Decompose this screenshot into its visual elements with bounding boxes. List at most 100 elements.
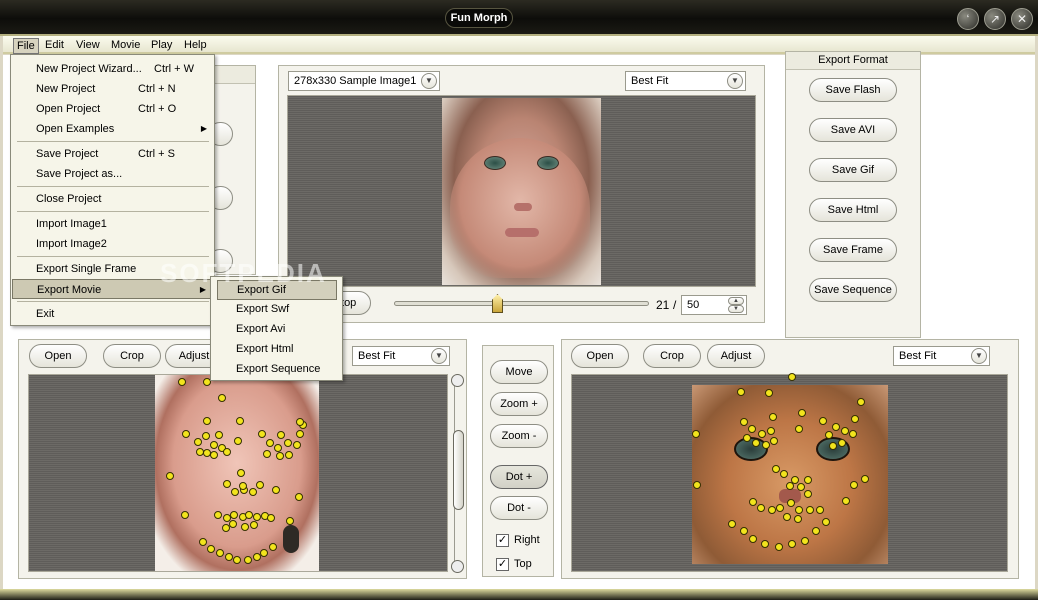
preview-canvas[interactable] — [287, 95, 756, 287]
morph-preview-image — [442, 98, 601, 285]
dot-remove-button[interactable]: Dot - — [490, 496, 548, 520]
menu-item-import-image2[interactable]: Import Image2 — [12, 234, 213, 254]
spin-down-icon[interactable]: ▼ — [728, 305, 744, 313]
frame-slider[interactable] — [394, 301, 649, 306]
right-adjust-button[interactable]: Adjust — [707, 344, 765, 368]
menu-item-exit[interactable]: Exit — [12, 304, 213, 324]
right-image-canvas[interactable] — [571, 373, 1008, 572]
move-button[interactable]: Move — [490, 360, 548, 384]
export-format-panel: Export Format Save Flash Save AVI Save G… — [785, 51, 921, 338]
menu-item-save-project[interactable]: Save Project Ctrl + S — [12, 144, 213, 164]
save-flash-button[interactable]: Save Flash — [809, 78, 897, 102]
window-title: Fun Morph — [445, 8, 513, 28]
right-label: Right — [514, 534, 540, 546]
submenu-export-swf[interactable]: Export Swf — [217, 300, 337, 320]
menu-item-shortcut: Ctrl + S — [138, 148, 175, 160]
menu-item-import-image1[interactable]: Import Image1 — [12, 214, 213, 234]
chevron-down-icon[interactable]: ▼ — [421, 73, 437, 89]
right-fit-value: Best Fit — [899, 350, 937, 362]
save-sequence-button[interactable]: Save Sequence — [809, 278, 897, 302]
right-fit-select[interactable]: Best Fit ▼ — [893, 346, 990, 366]
image-select[interactable]: 278x330 Sample Image1 ▼ — [288, 71, 440, 91]
title-bar[interactable]: Fun Morph ‘ ↗ ✕ — [0, 0, 1038, 36]
close-icon[interactable]: ✕ — [1011, 8, 1033, 30]
menu-separator — [17, 301, 209, 302]
menu-item-label: New Project — [36, 83, 96, 95]
save-frame-button[interactable]: Save Frame — [809, 238, 897, 262]
submenu-export-avi[interactable]: Export Avi — [217, 320, 337, 340]
left-image-canvas[interactable] — [28, 374, 448, 572]
menu-item-shortcut: Ctrl + O — [138, 103, 177, 115]
submenu-arrow-icon: ▶ — [200, 124, 207, 133]
menu-item-label: Exit — [36, 308, 55, 320]
left-fit-value: Best Fit — [358, 350, 396, 362]
left-open-button[interactable]: Open — [29, 344, 87, 368]
menu-item-label: Import Image2 — [36, 238, 107, 250]
menu-item-open-examples[interactable]: Open Examples ▶ — [12, 119, 213, 139]
menu-item-label: Open Project — [36, 103, 101, 115]
menu-item-shortcut: Ctrl + W — [154, 63, 195, 75]
submenu-export-html[interactable]: Export Html — [217, 340, 337, 360]
right-checkbox[interactable]: ✓ — [496, 534, 509, 547]
preview-fit-value: Best Fit — [631, 75, 669, 87]
chevron-down-icon[interactable]: ▼ — [431, 348, 447, 364]
menu-item-label: Save Project as... — [36, 168, 123, 180]
menu-help[interactable]: Help — [181, 38, 210, 52]
maximize-icon[interactable]: ↗ — [984, 8, 1006, 30]
zoom-thumb-top-icon[interactable] — [451, 374, 464, 387]
top-checkbox[interactable]: ✓ — [496, 558, 509, 571]
zoom-thumb-bottom-icon[interactable] — [451, 560, 464, 573]
menu-view[interactable]: View — [73, 38, 103, 52]
left-zoom-thumb[interactable] — [453, 430, 464, 510]
menu-item-label: Import Image1 — [36, 218, 107, 230]
spin-up-icon[interactable]: ▲ — [728, 297, 744, 305]
current-frame: 21 — [656, 298, 670, 312]
menu-item-shortcut: Ctrl + N — [138, 83, 176, 95]
menu-file[interactable]: File — [13, 38, 39, 54]
watermark: SOFTPEDIA — [160, 258, 327, 288]
tools-panel: Move Zoom + Zoom - Dot + Dot - ✓ Right ✓… — [482, 345, 554, 577]
right-editor-panel: Open Crop Adjust Best Fit ▼ — [561, 339, 1019, 579]
slider-thumb[interactable] — [492, 294, 503, 313]
preview-panel: 278x330 Sample Image1 ▼ Best Fit ▼ Stop … — [278, 65, 765, 323]
menu-separator — [17, 141, 209, 142]
zoom-in-button[interactable]: Zoom + — [490, 392, 548, 416]
chevron-down-icon[interactable]: ▼ — [727, 73, 743, 89]
left-fit-select[interactable]: Best Fit ▼ — [352, 346, 450, 366]
menu-item-label: Export Single Frame — [36, 263, 137, 275]
menu-item-new-project[interactable]: New Project Ctrl + N — [12, 79, 213, 99]
menu-item-label: Export Movie — [37, 284, 102, 296]
preview-fit-select[interactable]: Best Fit ▼ — [625, 71, 746, 91]
menu-item-label: Close Project — [36, 193, 102, 205]
save-html-button[interactable]: Save Html — [809, 198, 897, 222]
menu-item-close-project[interactable]: Close Project — [12, 189, 213, 209]
menu-movie[interactable]: Movie — [108, 38, 143, 52]
right-crop-button[interactable]: Crop — [643, 344, 701, 368]
menu-separator — [17, 211, 209, 212]
menu-item-save-project-as[interactable]: Save Project as... — [12, 164, 213, 184]
menu-item-open-project[interactable]: Open Project Ctrl + O — [12, 99, 213, 119]
left-crop-button[interactable]: Crop — [103, 344, 161, 368]
chevron-down-icon[interactable]: ▼ — [971, 348, 987, 364]
submenu-export-sequence[interactable]: Export Sequence — [217, 360, 337, 380]
top-label: Top — [514, 558, 532, 570]
menu-item-new-project-wizard[interactable]: New Project Wizard... Ctrl + W — [12, 59, 213, 79]
total-frames-value: 50 — [687, 299, 700, 311]
bottom-border — [0, 589, 1038, 600]
total-frames-spinner[interactable]: 50 ▲ ▼ — [681, 295, 747, 315]
zoom-out-button[interactable]: Zoom - — [490, 424, 548, 448]
image-select-value: 278x330 Sample Image1 — [294, 75, 417, 87]
menu-item-label: Open Examples — [36, 123, 115, 135]
dot-add-button[interactable]: Dot + — [490, 465, 548, 489]
menu-edit[interactable]: Edit — [42, 38, 67, 52]
minimize-icon[interactable]: ‘ — [957, 8, 979, 30]
right-open-button[interactable]: Open — [571, 344, 629, 368]
background-panel — [213, 65, 256, 275]
frame-separator: / — [673, 298, 677, 312]
menu-separator — [17, 186, 209, 187]
menu-item-label: New Project Wizard... — [36, 63, 142, 75]
save-gif-button[interactable]: Save Gif — [809, 158, 897, 182]
menu-separator — [17, 256, 209, 257]
menu-play[interactable]: Play — [148, 38, 175, 52]
save-avi-button[interactable]: Save AVI — [809, 118, 897, 142]
